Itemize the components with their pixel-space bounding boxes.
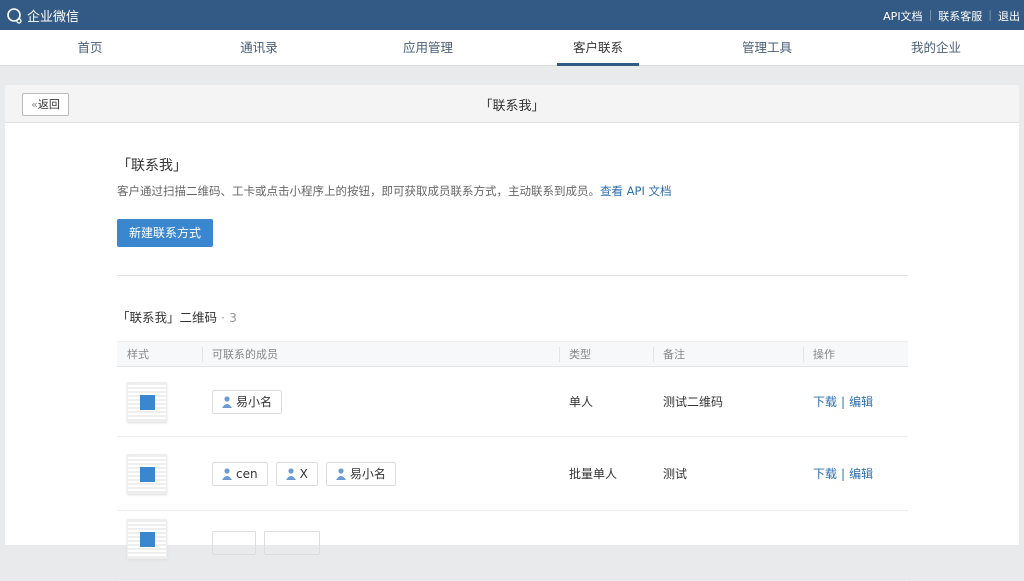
member-name: X bbox=[299, 466, 308, 481]
logout-link[interactable]: 退出 bbox=[998, 8, 1020, 24]
member-tag bbox=[264, 531, 320, 555]
page-title: 「联系我」 bbox=[479, 99, 545, 114]
divider bbox=[117, 275, 908, 276]
tab-home[interactable]: 首页 bbox=[49, 30, 131, 66]
section-description: 客户通过扫描二维码、工卡或点击小程序上的按钮，即可获取成员联系方式，主动联系到成… bbox=[117, 184, 600, 198]
divider: | bbox=[841, 467, 846, 481]
api-docs-link[interactable]: 查看 API 文档 bbox=[600, 184, 672, 198]
type-cell: 批量单人 bbox=[559, 436, 653, 511]
type-cell: 单人 bbox=[559, 366, 653, 437]
brand-name: 企业微信 bbox=[27, 10, 80, 25]
main-nav: 首页 通讯录 应用管理 客户联系 管理工具 我的企业 bbox=[0, 30, 1024, 66]
api-docs-link[interactable]: API文档 bbox=[883, 8, 922, 24]
member-tag: cen bbox=[212, 461, 268, 486]
member-tag: X bbox=[275, 461, 318, 486]
qr-code-table: 样式 可联系的成员 类型 备注 操作 易小名 单人 测试二维码 下载 | 编辑 ce… bbox=[117, 341, 908, 581]
qr-code-thumbnail[interactable] bbox=[127, 519, 167, 559]
user-icon bbox=[335, 467, 346, 480]
member-name: cen bbox=[236, 466, 258, 481]
edit-link[interactable]: 编辑 bbox=[849, 467, 873, 481]
wecom-logo-icon bbox=[7, 7, 22, 24]
column-header-actions: 操作 bbox=[803, 341, 908, 367]
member-name: 易小名 bbox=[236, 395, 273, 409]
column-header-members: 可联系的成员 bbox=[202, 341, 559, 367]
tab-management-tools[interactable]: 管理工具 bbox=[726, 30, 808, 66]
user-icon bbox=[222, 467, 232, 480]
list-count: · 3 bbox=[221, 310, 237, 325]
table-row: cen X 易小名 批量单人 测试 下载 | 编辑 bbox=[117, 436, 908, 511]
contact-support-link[interactable]: 联系客服 bbox=[938, 8, 982, 24]
column-header-type: 类型 bbox=[559, 341, 653, 367]
column-header-style: 样式 bbox=[117, 341, 202, 367]
new-contact-way-button[interactable]: 新建联系方式 bbox=[117, 219, 214, 247]
member-tag bbox=[212, 531, 256, 555]
divider: | bbox=[928, 8, 933, 21]
divider: | bbox=[841, 395, 846, 409]
qr-code-thumbnail[interactable] bbox=[127, 453, 167, 494]
table-row bbox=[117, 510, 908, 581]
list-title: 「联系我」二维码 bbox=[117, 310, 218, 325]
member-name: 易小名 bbox=[349, 467, 386, 481]
edit-link[interactable]: 编辑 bbox=[849, 395, 873, 409]
note-cell: 测试 bbox=[653, 436, 803, 511]
qr-code-thumbnail[interactable] bbox=[127, 381, 167, 422]
note-cell: 测试二维码 bbox=[653, 366, 803, 437]
download-link[interactable]: 下载 bbox=[813, 395, 837, 409]
user-icon bbox=[222, 395, 232, 408]
tab-contacts[interactable]: 通讯录 bbox=[218, 30, 300, 66]
section-heading: 「联系我」 bbox=[117, 158, 187, 174]
tab-customer-contact[interactable]: 客户联系 bbox=[557, 30, 639, 66]
download-link[interactable]: 下载 bbox=[813, 467, 837, 481]
table-row: 易小名 单人 测试二维码 下载 | 编辑 bbox=[117, 366, 908, 437]
column-header-note: 备注 bbox=[653, 341, 803, 367]
brand-logo[interactable]: 企业微信 bbox=[6, 6, 79, 25]
divider: | bbox=[988, 8, 992, 21]
content-panel: «返回 「联系我」 「联系我」 客户通过扫描二维码、工卡或点击小程序上的按钮，即… bbox=[5, 85, 1019, 581]
tab-app-management[interactable]: 应用管理 bbox=[387, 30, 469, 66]
member-tag: 易小名 bbox=[212, 389, 283, 414]
member-tag: 易小名 bbox=[325, 461, 396, 486]
user-icon bbox=[285, 467, 296, 480]
top-bar: 企业微信 API文档 | 联系客服 | 退出 bbox=[0, 0, 1024, 30]
tab-my-enterprise[interactable]: 我的企业 bbox=[895, 30, 977, 66]
